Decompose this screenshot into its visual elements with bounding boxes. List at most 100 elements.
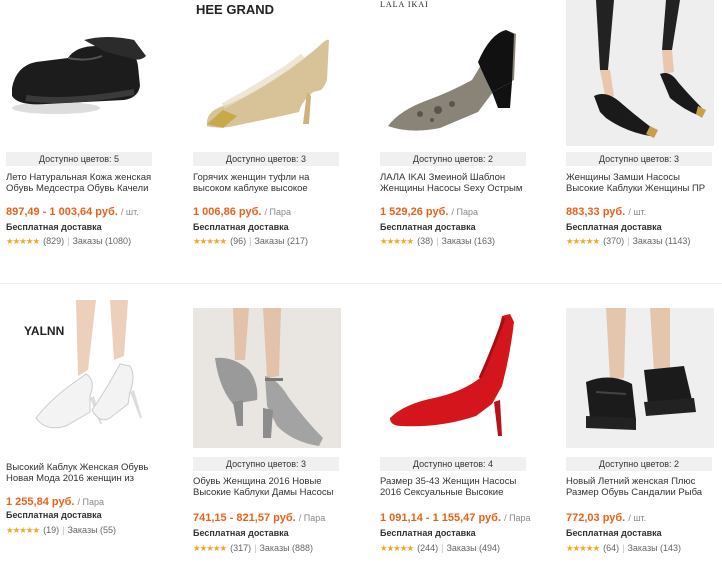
star-rating-icon: ★★★★★ (380, 543, 414, 553)
price-unit: / Пара (298, 513, 326, 523)
product-price: 1 006,86 руб. / Пара (193, 206, 291, 218)
order-count: Заказы (1080) (72, 236, 132, 246)
product-image-4[interactable] (566, 0, 714, 146)
rating-row: ★★★★★ (64) | Заказы (143) (566, 543, 682, 553)
product-price: 1 091,14 - 1 155,47 руб. / Пара (380, 512, 531, 524)
shoe-white-heel-icon (35, 300, 142, 429)
price-unit: / шт. (628, 207, 647, 217)
product-card-6[interactable]: Доступно цветов: 3 Обувь Женщина 2016 Но… (193, 308, 341, 563)
free-shipping: Бесплатная доставка (6, 222, 102, 232)
star-rating-icon: ★★★★★ (566, 236, 600, 246)
review-count[interactable]: (244) (417, 543, 438, 553)
price-unit: / Пара (504, 513, 531, 523)
star-rating-icon: ★★★★★ (193, 236, 227, 246)
star-rating-icon: ★★★★★ (380, 236, 414, 246)
rating-row: ★★★★★ (96) | Заказы (217) (193, 236, 309, 246)
row-divider (0, 283, 722, 284)
available-colors: Доступно цветов: 3 (193, 152, 339, 166)
order-count: Заказы (55) (67, 525, 117, 535)
star-rating-icon: ★★★★★ (6, 525, 40, 535)
shoe-grey-strap-icon (193, 308, 341, 448)
free-shipping: Бесплатная доставка (193, 222, 289, 232)
product-image-2[interactable]: HEE GRAND (193, 0, 341, 146)
shoe-black-sandal-icon (566, 308, 714, 448)
product-image-8[interactable] (566, 308, 714, 448)
available-colors: Доступно цветов: 5 (6, 152, 152, 166)
product-image-3[interactable]: LALA IKAI (380, 0, 528, 146)
product-title[interactable]: ЛАЛА IKAI Змеиной Шаблон Женщины Насосы … (380, 172, 530, 194)
price-value: 883,33 руб. (566, 206, 626, 218)
product-title[interactable]: Горячих женщин туфли на высоком каблуке … (193, 172, 343, 194)
review-count[interactable]: (317) (230, 543, 251, 553)
product-title[interactable]: Высокий Каблук Женская Обувь Новая Мода … (6, 462, 156, 484)
product-card-3[interactable]: LALA IKAI Доступно цветов: 2 ЛАЛА IKAI З… (380, 0, 528, 283)
product-card-2[interactable]: HEE GRAND Доступно цветов: 3 Горячих жен… (193, 0, 341, 283)
review-count[interactable]: (64) (603, 543, 619, 553)
price-value: 741,15 - 821,57 руб. (193, 512, 296, 524)
product-title[interactable]: Новый Летний женская Плюс Размер Обувь С… (566, 476, 716, 498)
product-price: 1 255,84 руб. / Пара (6, 496, 104, 508)
price-unit: / Пара (77, 497, 104, 507)
review-count[interactable]: (38) (417, 236, 433, 246)
review-count[interactable]: (829) (43, 236, 64, 246)
price-unit: / Пара (451, 207, 478, 217)
review-count[interactable]: (370) (603, 236, 624, 246)
star-rating-icon: ★★★★★ (6, 236, 40, 246)
free-shipping: Бесплатная доставка (6, 510, 102, 520)
order-count: Заказы (163) (441, 236, 496, 246)
product-card-1[interactable]: Доступно цветов: 5 Лето Натуральная Кожа… (6, 0, 154, 283)
available-colors: Доступно цветов: 3 (193, 457, 339, 471)
free-shipping: Бесплатная доставка (193, 528, 289, 538)
available-colors: Доступно цветов: 2 (566, 457, 712, 471)
order-count: Заказы (217) (254, 236, 309, 246)
available-colors: Доступно цветов: 4 (380, 457, 526, 471)
product-title[interactable]: Размер 35-43 Женщин Насосы 2016 Сексуаль… (380, 476, 530, 498)
rating-row: ★★★★★ (19) | Заказы (55) (6, 525, 117, 535)
product-card-4[interactable]: Доступно цветов: 3 Женщины Замши Насосы … (566, 0, 714, 283)
product-title[interactable]: Лето Натуральная Кожа женская Обувь Медс… (6, 172, 156, 194)
free-shipping: Бесплатная доставка (566, 528, 662, 538)
rating-row: ★★★★★ (370) | Заказы (1143) (566, 236, 691, 246)
product-image-1[interactable] (6, 0, 154, 146)
available-colors: Доступно цветов: 3 (566, 152, 712, 166)
product-card-5[interactable]: YALNN Высокий Каблук Женская Обувь Новая… (6, 300, 154, 563)
rating-row: ★★★★★ (38) | Заказы (163) (380, 236, 496, 246)
order-count: Заказы (1143) (632, 236, 691, 246)
star-rating-icon: ★★★★★ (566, 543, 600, 553)
product-price: 741,15 - 821,57 руб. / Пара (193, 512, 325, 524)
shoe-model-legs-icon (566, 0, 714, 146)
product-price: 1 529,26 руб. / Пара (380, 206, 478, 218)
free-shipping: Бесплатная доставка (380, 528, 476, 538)
product-title[interactable]: Обувь Женщина 2016 Новые Высокие Каблуки… (193, 476, 343, 498)
price-unit: / шт. (628, 513, 647, 523)
shoe-loafer-icon (12, 37, 146, 114)
shoe-pump-icon (206, 39, 329, 128)
rating-row: ★★★★★ (829) | Заказы (1080) (6, 236, 132, 246)
review-count[interactable]: (19) (43, 525, 59, 535)
product-image-7[interactable] (380, 308, 528, 448)
product-price: 883,33 руб. / шт. (566, 206, 646, 218)
free-shipping: Бесплатная доставка (566, 222, 662, 232)
product-image-5[interactable]: YALNN (6, 300, 154, 450)
brand-logo: LALA IKAI (380, 0, 429, 9)
rating-row: ★★★★★ (317) | Заказы (888) (193, 543, 314, 553)
shoe-heel-icon (388, 30, 516, 131)
price-value: 1 529,26 руб. (380, 206, 449, 218)
available-colors: Доступно цветов: 2 (380, 152, 526, 166)
price-value: 772,03 руб. (566, 512, 626, 524)
product-card-8[interactable]: Доступно цветов: 2 Новый Летний женская … (566, 308, 714, 563)
product-title[interactable]: Женщины Замши Насосы Высокие Каблуки Жен… (566, 172, 716, 194)
order-count: Заказы (143) (627, 543, 682, 553)
brand-logo: YALNN (24, 324, 65, 338)
star-rating-icon: ★★★★★ (193, 543, 227, 553)
order-count: Заказы (888) (259, 543, 314, 553)
rating-row: ★★★★★ (244) | Заказы (494) (380, 543, 501, 553)
product-price: 772,03 руб. / шт. (566, 512, 646, 524)
price-value: 897,49 - 1 003,64 руб. (6, 206, 118, 218)
product-card-7[interactable]: Доступно цветов: 4 Размер 35-43 Женщин Н… (380, 308, 531, 563)
free-shipping: Бесплатная доставка (380, 222, 476, 232)
review-count[interactable]: (96) (230, 236, 246, 246)
brand-logo: HEE GRAND (196, 2, 275, 17)
price-value: 1 091,14 - 1 155,47 руб. (380, 512, 502, 524)
product-image-6[interactable] (193, 308, 341, 448)
